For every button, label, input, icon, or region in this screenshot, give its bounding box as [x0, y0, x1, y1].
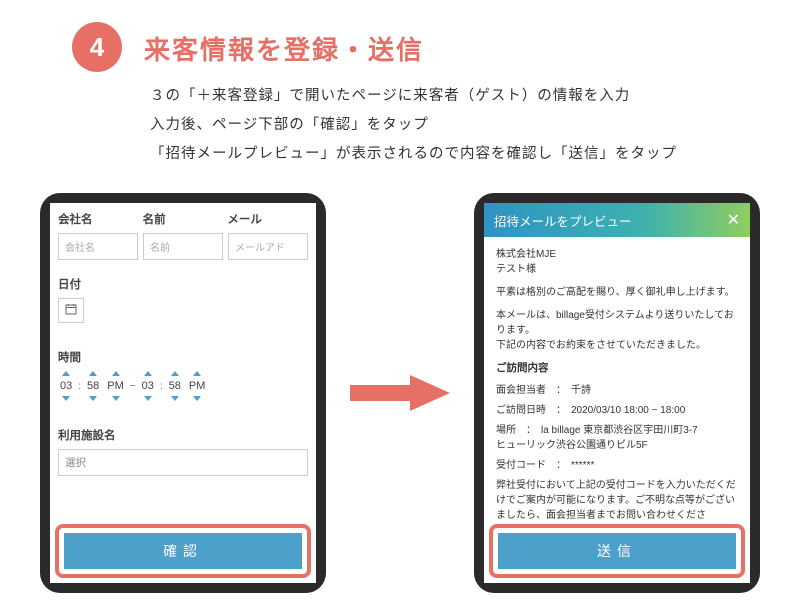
time-ap1[interactable]: PM: [105, 371, 126, 401]
time-label: 時間: [50, 341, 316, 371]
preview-company: 株式会社MJE: [496, 247, 738, 262]
chevron-up-icon[interactable]: [144, 371, 152, 376]
preview-greeting: 平素は格別のご高配を賜り、厚く御礼申し上げます。: [496, 285, 738, 300]
time-m2[interactable]: 58: [167, 371, 183, 401]
facility-label: 利用施設名: [50, 419, 316, 449]
col-name: 名前: [143, 211, 224, 227]
tablet-right: 招待メールをプレビュー ✕ 株式会社MJE テスト様 平素は格別のご高配を賜り、…: [474, 193, 760, 593]
facility-select[interactable]: 選択: [58, 449, 308, 476]
visit-heading: ご訪問内容: [496, 361, 738, 377]
close-icon[interactable]: ✕: [727, 210, 740, 230]
preview-header: 招待メールをプレビュー ✕: [484, 203, 750, 237]
time-m1[interactable]: 58: [85, 371, 101, 401]
step-badge: 4: [72, 22, 122, 72]
row-person: 面会担当者 ： 千詩: [496, 383, 738, 398]
chevron-up-icon[interactable]: [171, 371, 179, 376]
chevron-down-icon[interactable]: [171, 396, 179, 401]
chevron-down-icon[interactable]: [112, 396, 120, 401]
company-input[interactable]: 会社名: [58, 233, 138, 260]
send-highlight: 送信: [489, 524, 745, 578]
preview-footer: 弊社受付において上記の受付コードを入力いただくだけでご案内が可能になります。ご不…: [496, 478, 738, 523]
row-place-2: ヒューリック渋谷公園通りビル5F: [496, 438, 738, 453]
page-title: 来客情報を登録・送信: [144, 30, 424, 67]
date-label: 日付: [50, 268, 316, 298]
desc-line-2: 入力後、ページ下部の「確認」をタップ: [150, 111, 774, 140]
mail-input[interactable]: メールアド: [228, 233, 308, 260]
col-mail: メール: [227, 211, 308, 227]
send-button[interactable]: 送信: [498, 533, 736, 569]
tablet-left-screen: 会社名 名前 メール 会社名 名前 メールアド 日付 時間 03 :: [50, 203, 316, 583]
preview-body: 株式会社MJE テスト様 平素は格別のご高配を賜り、厚く御礼申し上げます。 本メ…: [484, 237, 750, 523]
col-company: 会社名: [58, 211, 139, 227]
preview-sys1: 本メールは、billage受付システムより送りいたしております。: [496, 308, 738, 338]
desc-line-1: ３の「＋来客登録」で開いたページに来客者（ゲスト）の情報を入力: [150, 82, 774, 111]
preview-sys2: 下記の内容でお約束をさせていただきました。: [496, 338, 738, 353]
name-input[interactable]: 名前: [143, 233, 223, 260]
date-input[interactable]: [58, 298, 84, 323]
chevron-up-icon[interactable]: [112, 371, 120, 376]
confirm-highlight: 確認: [55, 524, 311, 578]
chevron-up-icon[interactable]: [62, 371, 70, 376]
tablet-right-screen: 招待メールをプレビュー ✕ 株式会社MJE テスト様 平素は格別のご高配を賜り、…: [484, 203, 750, 583]
row-datetime: ご訪問日時 ： 2020/03/10 18:00 ~ 18:00: [496, 403, 738, 418]
confirm-button[interactable]: 確認: [64, 533, 302, 569]
chevron-down-icon[interactable]: [193, 396, 201, 401]
row-code: 受付コード ： ******: [496, 458, 738, 473]
chevron-up-icon[interactable]: [193, 371, 201, 376]
arrow-right-icon: [350, 373, 450, 413]
time-h1[interactable]: 03: [58, 371, 74, 401]
desc-line-3: 「招待メールプレビュー」が表示されるので内容を確認し「送信」をタップ: [150, 140, 774, 169]
row-place-1: 場所 ： la billage 東京都渋谷区宇田川町3-7: [496, 423, 738, 438]
time-row: 03 : 58 PM ~ 03 : 58 PM: [50, 371, 316, 419]
time-ap2[interactable]: PM: [187, 371, 208, 401]
chevron-down-icon[interactable]: [89, 396, 97, 401]
description: ３の「＋来客登録」で開いたページに来客者（ゲスト）の情報を入力 入力後、ページ下…: [0, 72, 800, 169]
preview-person: テスト様: [496, 262, 738, 277]
chevron-up-icon[interactable]: [89, 371, 97, 376]
preview-title: 招待メールをプレビュー: [494, 211, 632, 230]
calendar-icon: [65, 303, 77, 318]
time-h2[interactable]: 03: [140, 371, 156, 401]
tablet-left: 会社名 名前 メール 会社名 名前 メールアド 日付 時間 03 :: [40, 193, 326, 593]
chevron-down-icon[interactable]: [62, 396, 70, 401]
chevron-down-icon[interactable]: [144, 396, 152, 401]
